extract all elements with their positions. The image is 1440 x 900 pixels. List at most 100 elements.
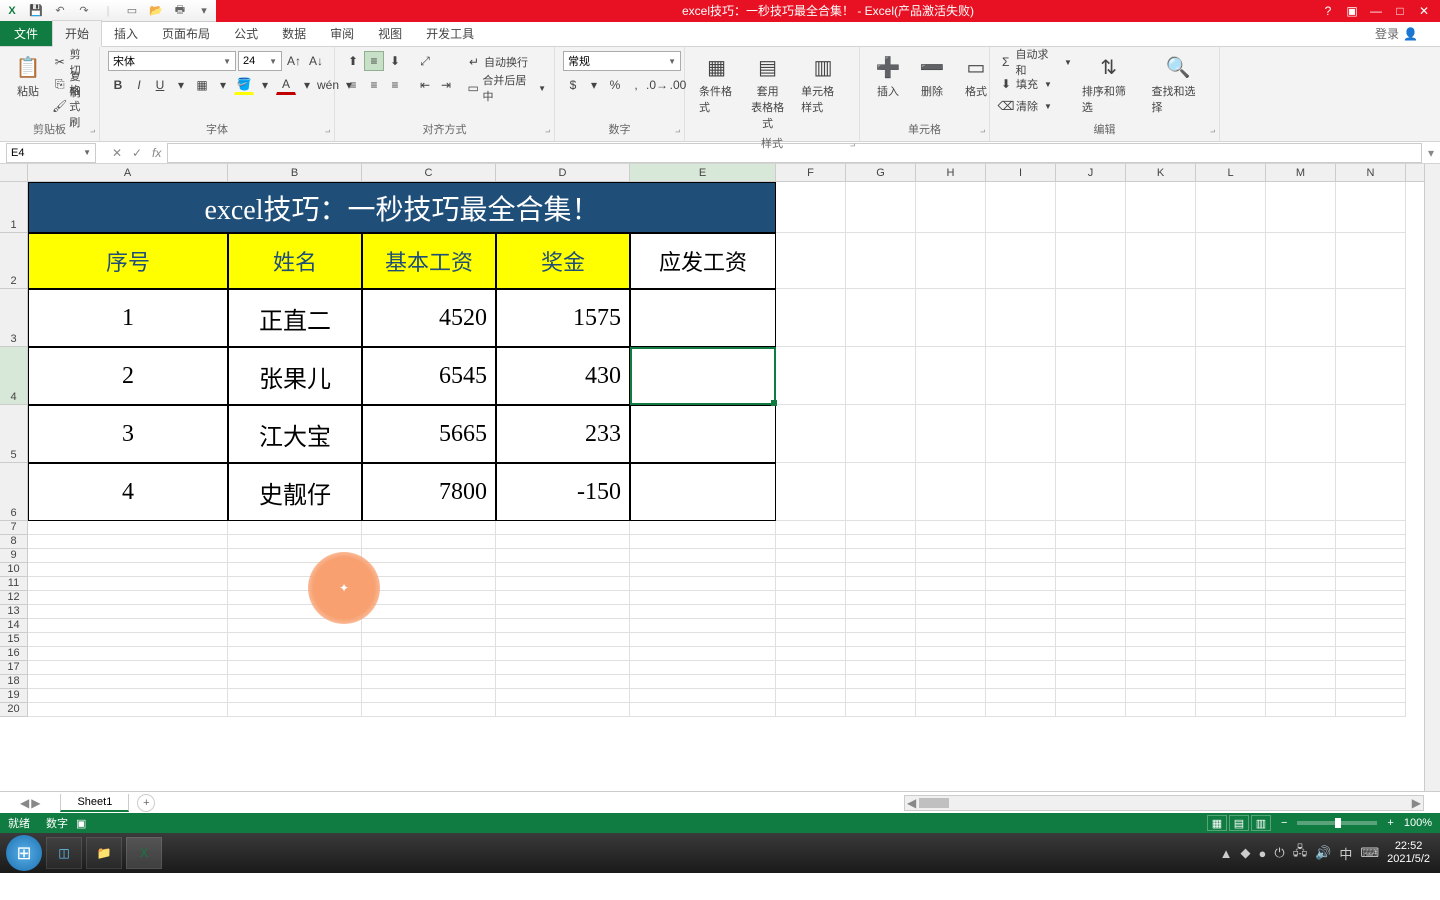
cell[interactable] bbox=[846, 647, 916, 661]
cell[interactable] bbox=[362, 549, 496, 563]
row-header-6[interactable]: 6 bbox=[0, 463, 27, 521]
font-size-combo[interactable]: 24▼ bbox=[238, 51, 282, 71]
cell[interactable] bbox=[916, 535, 986, 549]
cell[interactable] bbox=[1196, 619, 1266, 633]
cell[interactable] bbox=[1056, 463, 1126, 521]
tray-app1-icon[interactable]: ◆ bbox=[1241, 845, 1251, 861]
font-color-more[interactable]: ▾ bbox=[297, 75, 317, 95]
cell[interactable] bbox=[1266, 182, 1336, 233]
cell[interactable] bbox=[228, 535, 362, 549]
cell[interactable] bbox=[1196, 577, 1266, 591]
cell[interactable] bbox=[1336, 647, 1406, 661]
cell[interactable] bbox=[630, 521, 776, 535]
painter-button[interactable]: 🖌格式刷 bbox=[52, 95, 91, 117]
tray-app2-icon[interactable]: ● bbox=[1259, 846, 1267, 861]
cell[interactable] bbox=[776, 405, 846, 463]
cell[interactable] bbox=[1056, 535, 1126, 549]
cell[interactable] bbox=[362, 661, 496, 675]
row-header-10[interactable]: 10 bbox=[0, 563, 27, 577]
cell[interactable] bbox=[496, 591, 630, 605]
cell[interactable] bbox=[362, 619, 496, 633]
data-cell[interactable] bbox=[630, 405, 776, 463]
align-middle-button[interactable]: ≡ bbox=[364, 51, 384, 71]
cell[interactable] bbox=[1196, 563, 1266, 577]
row-header-3[interactable]: 3 bbox=[0, 289, 27, 347]
cell[interactable] bbox=[28, 633, 228, 647]
cell[interactable] bbox=[1126, 233, 1196, 289]
header-name[interactable]: 姓名 bbox=[228, 233, 362, 289]
cell[interactable] bbox=[1056, 347, 1126, 405]
cell[interactable] bbox=[776, 577, 846, 591]
cell[interactable] bbox=[1196, 347, 1266, 405]
cell[interactable] bbox=[1196, 463, 1266, 521]
cell[interactable] bbox=[496, 689, 630, 703]
cell[interactable] bbox=[1336, 463, 1406, 521]
cell[interactable] bbox=[916, 619, 986, 633]
status-rec-icon[interactable]: ▣ bbox=[76, 817, 86, 830]
cell[interactable] bbox=[1336, 661, 1406, 675]
cell[interactable] bbox=[1336, 675, 1406, 689]
cell[interactable] bbox=[1126, 182, 1196, 233]
cell[interactable] bbox=[630, 661, 776, 675]
cell[interactable] bbox=[362, 703, 496, 717]
cell[interactable] bbox=[776, 605, 846, 619]
cell[interactable] bbox=[1196, 591, 1266, 605]
explorer-icon[interactable]: 📁 bbox=[86, 837, 122, 869]
cell[interactable] bbox=[228, 647, 362, 661]
currency-more[interactable]: ▾ bbox=[584, 75, 604, 95]
currency-button[interactable]: $ bbox=[563, 75, 583, 95]
tab-insert[interactable]: 插入 bbox=[102, 21, 150, 46]
hscroll-thumb[interactable] bbox=[919, 798, 949, 808]
cell[interactable] bbox=[28, 535, 228, 549]
cell[interactable] bbox=[986, 347, 1056, 405]
cell[interactable] bbox=[776, 521, 846, 535]
cell[interactable] bbox=[1126, 661, 1196, 675]
cell[interactable] bbox=[776, 463, 846, 521]
cell[interactable] bbox=[776, 549, 846, 563]
dec-inc-button[interactable]: .0→ bbox=[647, 75, 667, 95]
data-cell[interactable]: 正直二 bbox=[228, 289, 362, 347]
cell[interactable] bbox=[846, 661, 916, 675]
number-format-combo[interactable]: 常规▼ bbox=[563, 51, 681, 71]
cell-grid[interactable]: excel技巧：一秒技巧最全合集！ 序号 姓名 基本工资 奖金 应发工资 1正直… bbox=[28, 182, 1424, 791]
cell[interactable] bbox=[28, 675, 228, 689]
cell[interactable] bbox=[630, 549, 776, 563]
fill-button[interactable]: ⬇填充▼ bbox=[998, 73, 1072, 95]
data-cell[interactable]: 4520 bbox=[362, 289, 496, 347]
cell[interactable] bbox=[846, 463, 916, 521]
cell[interactable] bbox=[776, 182, 846, 233]
cell[interactable] bbox=[228, 549, 362, 563]
data-cell[interactable] bbox=[630, 289, 776, 347]
start-button[interactable]: ⊞ bbox=[6, 835, 42, 871]
cell[interactable] bbox=[1336, 605, 1406, 619]
data-cell[interactable]: 史靓仔 bbox=[228, 463, 362, 521]
cell[interactable] bbox=[1056, 577, 1126, 591]
header-base[interactable]: 基本工资 bbox=[362, 233, 496, 289]
col-header-B[interactable]: B bbox=[228, 164, 362, 181]
tab-file[interactable]: 文件 bbox=[0, 21, 52, 46]
cell[interactable] bbox=[1196, 689, 1266, 703]
cell[interactable] bbox=[776, 347, 846, 405]
tab-review[interactable]: 审阅 bbox=[318, 21, 366, 46]
cell[interactable] bbox=[1266, 675, 1336, 689]
horizontal-scrollbar[interactable]: ◀▶ bbox=[904, 795, 1424, 811]
cell[interactable] bbox=[986, 289, 1056, 347]
col-header-F[interactable]: F bbox=[776, 164, 846, 181]
data-cell[interactable]: 5665 bbox=[362, 405, 496, 463]
cell[interactable] bbox=[1056, 549, 1126, 563]
cell[interactable] bbox=[630, 703, 776, 717]
cell[interactable] bbox=[228, 591, 362, 605]
cell[interactable] bbox=[1336, 703, 1406, 717]
cell[interactable] bbox=[916, 675, 986, 689]
underline-button[interactable]: U bbox=[150, 75, 170, 95]
wrap-button[interactable]: ↵自动换行 bbox=[466, 51, 546, 73]
cell[interactable] bbox=[1056, 521, 1126, 535]
cell[interactable] bbox=[916, 563, 986, 577]
cell[interactable] bbox=[986, 182, 1056, 233]
zoom-value[interactable]: 100% bbox=[1404, 817, 1432, 829]
tab-view[interactable]: 视图 bbox=[366, 21, 414, 46]
cell[interactable] bbox=[916, 347, 986, 405]
col-header-I[interactable]: I bbox=[986, 164, 1056, 181]
cell[interactable] bbox=[496, 521, 630, 535]
row-header-2[interactable]: 2 bbox=[0, 233, 27, 289]
